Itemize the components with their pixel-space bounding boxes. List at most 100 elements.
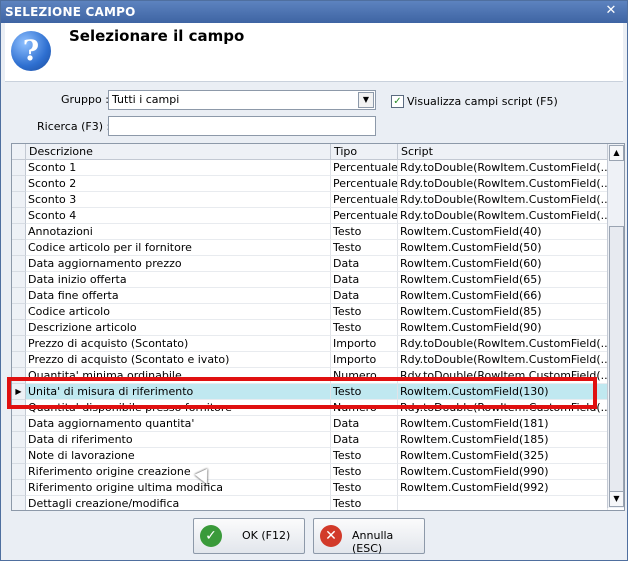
search-input[interactable] (108, 116, 376, 136)
column-header-script[interactable]: Script (398, 144, 608, 160)
table-row[interactable]: Data inizio offerta Data RowItem.CustomFie… (12, 272, 608, 288)
cell-tipo[interactable]: Importo (331, 336, 398, 352)
cell-descrizione[interactable]: Data fine offerta (26, 288, 331, 304)
script-fields-checkbox[interactable]: ✓ (391, 95, 404, 108)
table-row[interactable]: Descrizione articolo Testo RowItem.CustomF… (12, 320, 608, 336)
cell-tipo[interactable]: Testo (331, 480, 398, 496)
cell-script[interactable]: RowItem.CustomField(60) (398, 256, 608, 272)
cell-tipo[interactable]: Data (331, 416, 398, 432)
cell-tipo[interactable]: Testo (331, 224, 398, 240)
cell-script[interactable]: RowItem.CustomField(130) (398, 384, 608, 400)
cell-script[interactable]: RowItem.CustomField(990) (398, 464, 608, 480)
cell-script[interactable]: Rdy.toDouble(RowItem.CustomField(... (398, 208, 608, 224)
cell-tipo[interactable]: Testo (331, 304, 398, 320)
cell-descrizione[interactable]: Sconto 3 (26, 192, 331, 208)
chevron-down-icon[interactable]: ▼ (358, 92, 374, 108)
table-row[interactable]: Annotazioni Testo RowItem.CustomField(40) (12, 224, 608, 240)
cell-descrizione[interactable]: Codice articolo per il fornitore (26, 240, 331, 256)
table-row[interactable]: Note di lavorazione Testo RowItem.CustomFi… (12, 448, 608, 464)
cell-tipo[interactable]: Testo (331, 240, 398, 256)
table-row[interactable]: Sconto 1 Percentuale Rdy.toDouble(RowItem.… (12, 160, 608, 176)
ok-button[interactable]: ✓ OK (F12) (193, 518, 305, 554)
cell-tipo[interactable]: Testo (331, 320, 398, 336)
cell-descrizione[interactable]: Prezzo di acquisto (Scontato e ivato) (26, 352, 331, 368)
cell-script[interactable]: RowItem.CustomField(325) (398, 448, 608, 464)
scroll-down-icon[interactable]: ▼ (609, 491, 624, 507)
cell-tipo[interactable]: Testo (331, 496, 398, 510)
group-select[interactable]: Tutti i campi ▼ (108, 90, 376, 110)
cell-tipo[interactable]: Data (331, 288, 398, 304)
cell-script[interactable]: RowItem.CustomField(90) (398, 320, 608, 336)
cell-script[interactable]: Rdy.toDouble(RowItem.CustomField(... (398, 192, 608, 208)
table-row[interactable]: Data aggiornamento prezzo Data RowItem.Cus… (12, 256, 608, 272)
cell-tipo[interactable]: Percentuale (331, 208, 398, 224)
table-row[interactable]: Data di riferimento Data RowItem.CustomFie… (12, 432, 608, 448)
cell-descrizione[interactable]: Quantita' minima ordinabile (26, 368, 331, 384)
cell-tipo[interactable]: Percentuale (331, 176, 398, 192)
close-icon[interactable]: ✕ (603, 3, 619, 19)
cell-script[interactable] (398, 496, 608, 510)
cell-descrizione[interactable]: Descrizione articolo (26, 320, 331, 336)
cell-descrizione[interactable]: Unita' di misura di riferimento (26, 384, 331, 400)
cell-descrizione[interactable]: Sconto 1 (26, 160, 331, 176)
cell-tipo[interactable]: Percentuale (331, 160, 398, 176)
cell-script[interactable]: RowItem.CustomField(85) (398, 304, 608, 320)
cell-descrizione[interactable]: Data inizio offerta (26, 272, 331, 288)
cell-script[interactable]: RowItem.CustomField(65) (398, 272, 608, 288)
cell-descrizione[interactable]: Prezzo di acquisto (Scontato) (26, 336, 331, 352)
cell-script[interactable]: Rdy.toDouble(RowItem.CustomField(... (398, 352, 608, 368)
cell-script[interactable]: RowItem.CustomField(181) (398, 416, 608, 432)
cell-script[interactable]: RowItem.CustomField(40) (398, 224, 608, 240)
cell-tipo[interactable]: Testo (331, 384, 398, 400)
table-row[interactable]: Riferimento origine creazione Testo RowIte… (12, 464, 608, 480)
table-row[interactable]: Sconto 4 Percentuale Rdy.toDouble(RowItem.… (12, 208, 608, 224)
cell-tipo[interactable]: Percentuale (331, 192, 398, 208)
cell-script[interactable]: RowItem.CustomField(992) (398, 480, 608, 496)
scroll-up-icon[interactable]: ▲ (609, 145, 624, 161)
table-row[interactable]: Riferimento origine ultima modifica Testo… (12, 480, 608, 496)
column-header-tipo[interactable]: Tipo (331, 144, 398, 160)
cell-script[interactable]: Rdy.toDouble(RowItem.CustomField(... (398, 176, 608, 192)
cell-script[interactable]: Rdy.toDouble(RowItem.CustomField(... (398, 400, 608, 416)
cell-descrizione[interactable]: Note di lavorazione (26, 448, 331, 464)
table-row[interactable]: Dettagli creazione/modifica Testo (12, 496, 608, 510)
table-row[interactable]: Quantita' minima ordinabile Numero Rdy.toD… (12, 368, 608, 384)
cell-descrizione[interactable]: Sconto 2 (26, 176, 331, 192)
cell-descrizione[interactable]: Data aggiornamento quantita' (26, 416, 331, 432)
table-row[interactable]: Prezzo di acquisto (Scontato e ivato) Imp… (12, 352, 608, 368)
cell-descrizione[interactable]: Riferimento origine creazione (26, 464, 331, 480)
table-row[interactable]: Codice articolo per il fornitore Testo Row… (12, 240, 608, 256)
vertical-scrollbar[interactable]: ▲ ▼ (607, 144, 624, 508)
column-header-descrizione[interactable]: Descrizione (26, 144, 331, 160)
cell-tipo[interactable]: Testo (331, 448, 398, 464)
cell-descrizione[interactable]: Riferimento origine ultima modifica (26, 480, 331, 496)
cell-descrizione[interactable]: Sconto 4 (26, 208, 331, 224)
cell-descrizione[interactable]: Codice articolo (26, 304, 331, 320)
table-row[interactable]: Sconto 3 Percentuale Rdy.toDouble(RowItem.… (12, 192, 608, 208)
cell-tipo[interactable]: Importo (331, 352, 398, 368)
table-row[interactable]: Quantita' disponibile presso fornitore Nu… (12, 400, 608, 416)
cell-script[interactable]: Rdy.toDouble(RowItem.CustomField(... (398, 368, 608, 384)
cell-descrizione[interactable]: Annotazioni (26, 224, 331, 240)
table-row[interactable]: Codice articolo Testo RowItem.CustomField(… (12, 304, 608, 320)
cell-tipo[interactable]: Data (331, 432, 398, 448)
cell-script[interactable]: Rdy.toDouble(RowItem.CustomField(... (398, 336, 608, 352)
cell-tipo[interactable]: Data (331, 272, 398, 288)
cell-descrizione[interactable]: Data di riferimento (26, 432, 331, 448)
table-row[interactable]: Data aggiornamento quantita' Data RowItem.… (12, 416, 608, 432)
cell-script[interactable]: Rdy.toDouble(RowItem.CustomField(... (398, 160, 608, 176)
scroll-thumb[interactable] (609, 226, 624, 498)
cell-descrizione[interactable]: Dettagli creazione/modifica (26, 496, 331, 510)
cell-tipo[interactable]: Testo (331, 464, 398, 480)
cell-descrizione[interactable]: Data aggiornamento prezzo (26, 256, 331, 272)
cell-tipo[interactable]: Data (331, 256, 398, 272)
table-row[interactable]: Sconto 2 Percentuale Rdy.toDouble(RowItem.… (12, 176, 608, 192)
cancel-button[interactable]: ✕ Annulla (ESC) (313, 518, 425, 555)
cell-descrizione[interactable]: Quantita' disponibile presso fornitore (26, 400, 331, 416)
table-row[interactable]: Data fine offerta Data RowItem.CustomField… (12, 288, 608, 304)
cell-script[interactable]: RowItem.CustomField(66) (398, 288, 608, 304)
cell-tipo[interactable]: Numero (331, 400, 398, 416)
cell-tipo[interactable]: Numero (331, 368, 398, 384)
cell-script[interactable]: RowItem.CustomField(50) (398, 240, 608, 256)
table-row[interactable]: ▶ Unita' di misura di riferimento Testo Row… (12, 384, 608, 400)
